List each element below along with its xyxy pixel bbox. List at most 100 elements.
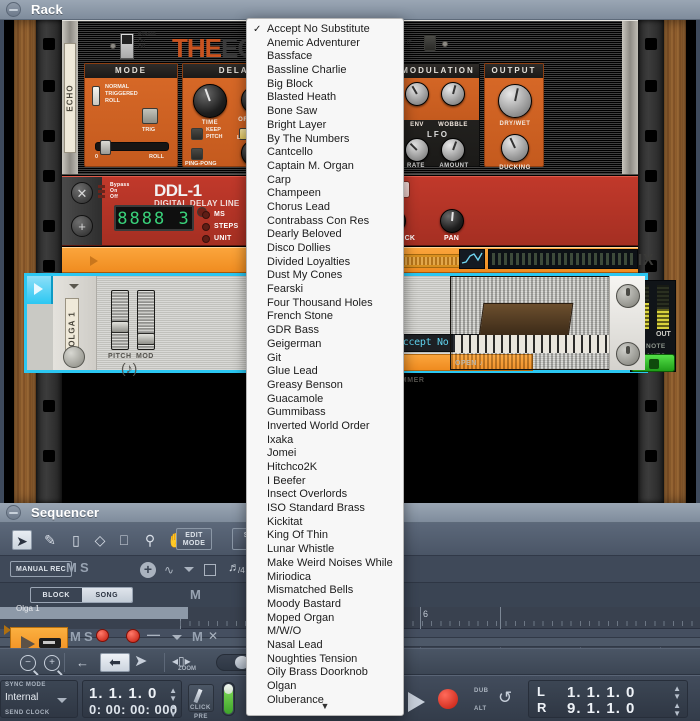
olga-mix-knob-top[interactable] [616, 284, 640, 308]
edit-mode-button[interactable]: EDIT MODE [176, 528, 212, 550]
patch-menu-item[interactable]: Dust My Cones [247, 269, 403, 283]
patch-menu-item[interactable]: GDR Bass [247, 324, 403, 338]
patch-menu-item[interactable]: Mismatched Bells [247, 584, 403, 598]
olga-mix-knob-bottom[interactable] [616, 342, 640, 366]
patch-menu-item[interactable]: Ixaka [247, 434, 403, 448]
track-record-enable-icon[interactable] [96, 629, 109, 642]
echo-roll-slider[interactable] [95, 140, 169, 155]
patch-menu-item[interactable]: Fearski [247, 283, 403, 297]
track-solo-letter[interactable]: S [84, 629, 93, 644]
echo-time-knob[interactable] [193, 84, 227, 118]
patch-menu-item[interactable]: ISO Standard Brass [247, 502, 403, 516]
patch-menu-item[interactable]: Make Weird Noises While [247, 557, 403, 571]
patch-menu-item[interactable]: Noughties Tension [247, 653, 403, 667]
patch-menu-item[interactable]: Captain M. Organ [247, 160, 403, 174]
patch-menu-item[interactable]: Four Thousand Holes [247, 297, 403, 311]
position-stepper-down[interactable]: ▲ ▼ [169, 703, 177, 719]
patch-menu-item[interactable]: Guacamole [247, 393, 403, 407]
record-button[interactable] [438, 689, 458, 709]
automation-dropdown-icon[interactable] [184, 567, 194, 572]
patch-menu-item[interactable]: Git [247, 352, 403, 366]
echo-roll-slider-handle[interactable] [100, 140, 111, 155]
patch-menu-item[interactable]: By The Numbers [247, 133, 403, 147]
patch-menu-item[interactable]: Bright Layer [247, 119, 403, 133]
patch-menu-item[interactable]: Greasy Benson [247, 379, 403, 393]
patch-menu-item[interactable]: Glue Lead [247, 365, 403, 379]
echo-mode-switch[interactable] [92, 86, 100, 106]
nav-prev-icon[interactable]: ⬅ [100, 653, 130, 672]
eraser-tool-icon[interactable]: ▯ [66, 530, 86, 550]
loop-right-stepper[interactable]: ▲ ▼ [673, 702, 681, 718]
patch-menu-item[interactable]: Blasted Heath [247, 91, 403, 105]
patch-menu-item[interactable]: Moped Organ [247, 612, 403, 626]
track-mute-letter[interactable]: M [70, 629, 81, 644]
block-song-toggle[interactable]: BLOCK SONG [30, 587, 133, 603]
echo-rate-knob[interactable] [405, 138, 429, 162]
seq-solo-letter[interactable]: S [80, 560, 89, 575]
manual-rec-button[interactable]: MANUAL REC [10, 561, 72, 577]
patch-menu-item[interactable]: Big Block [247, 78, 403, 92]
patch-menu-item[interactable]: Kickitat [247, 516, 403, 530]
play-button[interactable] [408, 692, 425, 712]
nav-left-icon[interactable]: ← [76, 653, 102, 672]
automation-icon[interactable]: ∿ [164, 563, 174, 577]
loop-left-stepper[interactable]: ▲ ▼ [673, 685, 681, 701]
patch-menu-scroll-down[interactable]: ▼ [247, 701, 403, 715]
patch-menu-item[interactable]: Dearly Beloved [247, 228, 403, 242]
patch-menu-item[interactable]: Olgan [247, 680, 403, 694]
nav-next-icon[interactable]: ➤ [134, 653, 160, 672]
patch-menu-item[interactable]: Bassface [247, 50, 403, 64]
patch-menu-item[interactable]: Anemic Adventurer [247, 37, 403, 51]
loop-range-display[interactable]: L R 1. 1. 1. 0 9. 1. 1. 0 ▲ ▼ ▲ ▼ [528, 680, 688, 718]
patch-menu-item[interactable]: Gummibass [247, 406, 403, 420]
patch-menu-item[interactable]: Nasal Lead [247, 639, 403, 653]
olga-side-caret-icon[interactable] [69, 284, 79, 289]
track-channel-mute[interactable]: M [192, 629, 203, 644]
olga-screen-open-label[interactable]: OPEN ♪ [455, 360, 483, 367]
mute-tool-icon[interactable]: ⎕ [114, 530, 134, 550]
patch-menu-item[interactable]: Chorus Lead [247, 201, 403, 215]
patch-dropdown-menu[interactable]: ✓ Accept No Substitute Anemic Adventurer Ba… [246, 18, 404, 716]
track-close-icon[interactable]: ✕ [208, 629, 218, 643]
arrow-tool-icon[interactable]: ➤ [12, 530, 32, 550]
olga-device-handle[interactable] [27, 276, 53, 304]
patch-menu-item[interactable]: King Of Thin [247, 529, 403, 543]
sync-mode-dropdown-icon[interactable] [57, 698, 67, 703]
position-display[interactable]: 1. 1. 1. 0 0: 00: 00: 000 ▲ ▼ ▲ ▼ [82, 680, 182, 719]
ddl-close-icon[interactable]: ✕ [71, 182, 93, 204]
olga-plugin-screen[interactable]: OPEN ♪ [450, 276, 628, 370]
patch-menu-item[interactable]: Bone Saw [247, 105, 403, 119]
olga-pitch-fader[interactable] [111, 290, 129, 350]
echo-ping-pong-button[interactable] [191, 148, 203, 160]
zoom-out-icon[interactable]: − [20, 655, 36, 671]
position-stepper-up[interactable]: ▲ ▼ [169, 687, 177, 703]
rack-collapse-icon[interactable] [6, 2, 21, 17]
track-arm-icon[interactable] [126, 629, 140, 643]
olga-mod-fader[interactable] [137, 290, 155, 350]
echo-dry-wet-knob[interactable] [498, 84, 532, 118]
patch-menu-item[interactable]: Contrabass Con Res [247, 215, 403, 229]
magnify-tool-icon[interactable]: ⚲ [140, 530, 160, 550]
echo-amount-knob[interactable] [441, 138, 465, 162]
seq-mute-letter[interactable]: M [66, 560, 77, 575]
patch-menu-item[interactable]: M/W/O [247, 625, 403, 639]
patch-menu-item[interactable]: French Stone [247, 310, 403, 324]
sequencer-collapse-icon[interactable] [6, 505, 21, 520]
patch-menu-item[interactable]: Geigerman [247, 338, 403, 352]
patch-menu-item[interactable]: Champeen [247, 187, 403, 201]
ddl-add-icon[interactable]: + [71, 215, 93, 237]
block-mute-letter[interactable]: M [190, 587, 201, 602]
click-level-slider[interactable] [222, 682, 235, 716]
echo-env-knob[interactable] [405, 82, 429, 106]
echo-ducking-knob[interactable] [501, 134, 529, 162]
patch-menu-item[interactable]: Cantcello [247, 146, 403, 160]
echo-wobble-knob[interactable] [441, 82, 465, 106]
patch-menu-item[interactable]: Divided Loyalties [247, 256, 403, 270]
patch-menu-item[interactable]: Oily Brass Doorknob [247, 666, 403, 680]
echo-trig-button[interactable] [142, 108, 158, 124]
add-track-icon[interactable]: + [140, 562, 156, 578]
grid-icon[interactable] [204, 564, 216, 576]
olga-step-sequencer[interactable] [488, 249, 638, 269]
patch-menu-item[interactable]: Lunar Whistle [247, 543, 403, 557]
olga-strip-expand-icon[interactable] [90, 256, 98, 266]
